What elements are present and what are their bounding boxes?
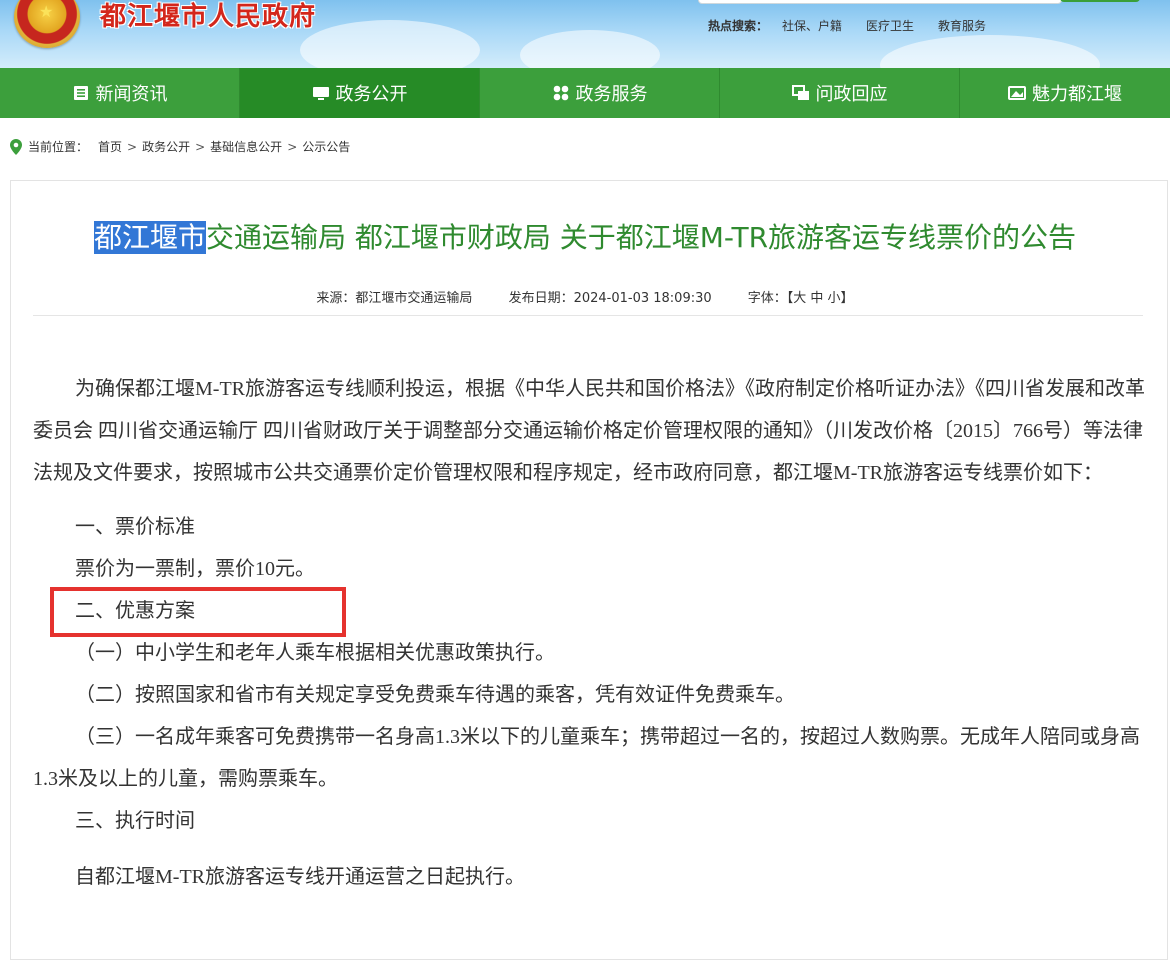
hot-search: 热点搜索： 社保、户籍 医疗卫生 教育服务 (708, 17, 986, 34)
paragraph-time: 自都江堰M-TR旅游客运专线开通运营之日起执行。 (75, 866, 525, 888)
header-cloud (880, 35, 1100, 68)
paragraph-discount-3: （三）一名成年乘客可免费携带一名身高1.3米以下的儿童乘车；携带超过一名的，按超… (33, 726, 1140, 790)
breadcrumb-home[interactable]: 首页 (98, 138, 122, 155)
breadcrumb-basic-info[interactable]: 基础信息公开 (210, 138, 282, 155)
font-size-selector[interactable]: 字体：【大 中 小】 (748, 291, 854, 306)
hot-link-education[interactable]: 教育服务 (938, 17, 986, 34)
article-date: 发布日期：2024-01-03 18:09:30 (508, 291, 712, 306)
hot-search-label: 热点搜索： (708, 19, 769, 33)
nav-item-inquiry[interactable]: 问政回应 (720, 68, 960, 118)
breadcrumb: 当前位置： 首页 > 政务公开 > 基础信息公开 > 公示公告 (10, 138, 350, 155)
title-text: 交通运输局 都江堰市财政局 关于都江堰M-TR旅游客运专线票价的公告 (205, 221, 1077, 254)
grid-icon (552, 84, 570, 102)
breadcrumb-label: 当前位置： (28, 140, 89, 154)
monitor-icon (312, 84, 330, 102)
site-title[interactable]: 都江堰市人民政府 (100, 0, 316, 34)
breadcrumb-separator: > (195, 139, 206, 154)
breadcrumb-separator: > (287, 139, 298, 154)
newspaper-icon (72, 84, 90, 102)
nav-label: 新闻资讯 (95, 84, 168, 105)
nav-item-charm[interactable]: 魅力都江堰 (960, 68, 1170, 118)
nav-label: 政务公开 (335, 84, 408, 105)
main-nav: 新闻资讯 政务公开 政务服务 问政回应 魅力都江堰 (0, 68, 1170, 118)
nav-item-government-affairs[interactable]: 政务公开 (240, 68, 480, 118)
chat-icon (791, 84, 810, 102)
nav-label: 魅力都江堰 (1032, 84, 1122, 105)
breadcrumb-notices[interactable]: 公示公告 (302, 138, 350, 155)
header-cloud (300, 20, 480, 68)
picture-icon (1008, 84, 1026, 102)
article-source: 来源：都江堰市交通运输局 (316, 291, 473, 306)
nav-item-news[interactable]: 新闻资讯 (0, 68, 240, 118)
article-title: 都江堰市交通运输局 都江堰市财政局 关于都江堰M-TR旅游客运专线票价的公告 (0, 212, 1170, 264)
hot-link-medical[interactable]: 医疗卫生 (866, 17, 914, 34)
paragraph-intro: 为确保都江堰M-TR旅游客运专线顺利投运，根据《中华人民共和国价格法》《政府制定… (33, 378, 1145, 484)
national-emblem-logo[interactable]: ★ (14, 0, 80, 48)
breadcrumb-separator: > (127, 139, 138, 154)
article-meta: 来源：都江堰市交通运输局 发布日期：2024-01-03 18:09:30 字体… (0, 287, 1170, 306)
section-heading-price: 一、票价标准 (75, 516, 195, 538)
paragraph-discount-1: （一）中小学生和老年人乘车根据相关优惠政策执行。 (75, 642, 555, 664)
divider (33, 315, 1143, 316)
title-selected-text[interactable]: 都江堰市 (93, 221, 206, 254)
search-button[interactable] (1060, 0, 1140, 2)
annotation-highlight-box (50, 587, 346, 637)
hot-link-social[interactable]: 社保、户籍 (782, 17, 842, 34)
nav-item-services[interactable]: 政务服务 (480, 68, 720, 118)
location-pin-icon (10, 138, 22, 155)
site-header: ★ 都江堰市人民政府 热点搜索： 社保、户籍 医疗卫生 教育服务 (0, 0, 1170, 68)
search-input[interactable] (698, 0, 1062, 4)
nav-label: 问政回应 (815, 84, 888, 105)
paragraph-discount-2: （二）按照国家和省市有关规定享受免费乘车待遇的乘客，凭有效证件免费乘车。 (75, 684, 795, 706)
section-heading-time: 三、执行时间 (75, 810, 195, 832)
breadcrumb-government-affairs[interactable]: 政务公开 (142, 138, 190, 155)
paragraph-price: 票价为一票制，票价10元。 (75, 558, 315, 580)
header-cloud (520, 30, 660, 68)
nav-label: 政务服务 (575, 84, 648, 105)
